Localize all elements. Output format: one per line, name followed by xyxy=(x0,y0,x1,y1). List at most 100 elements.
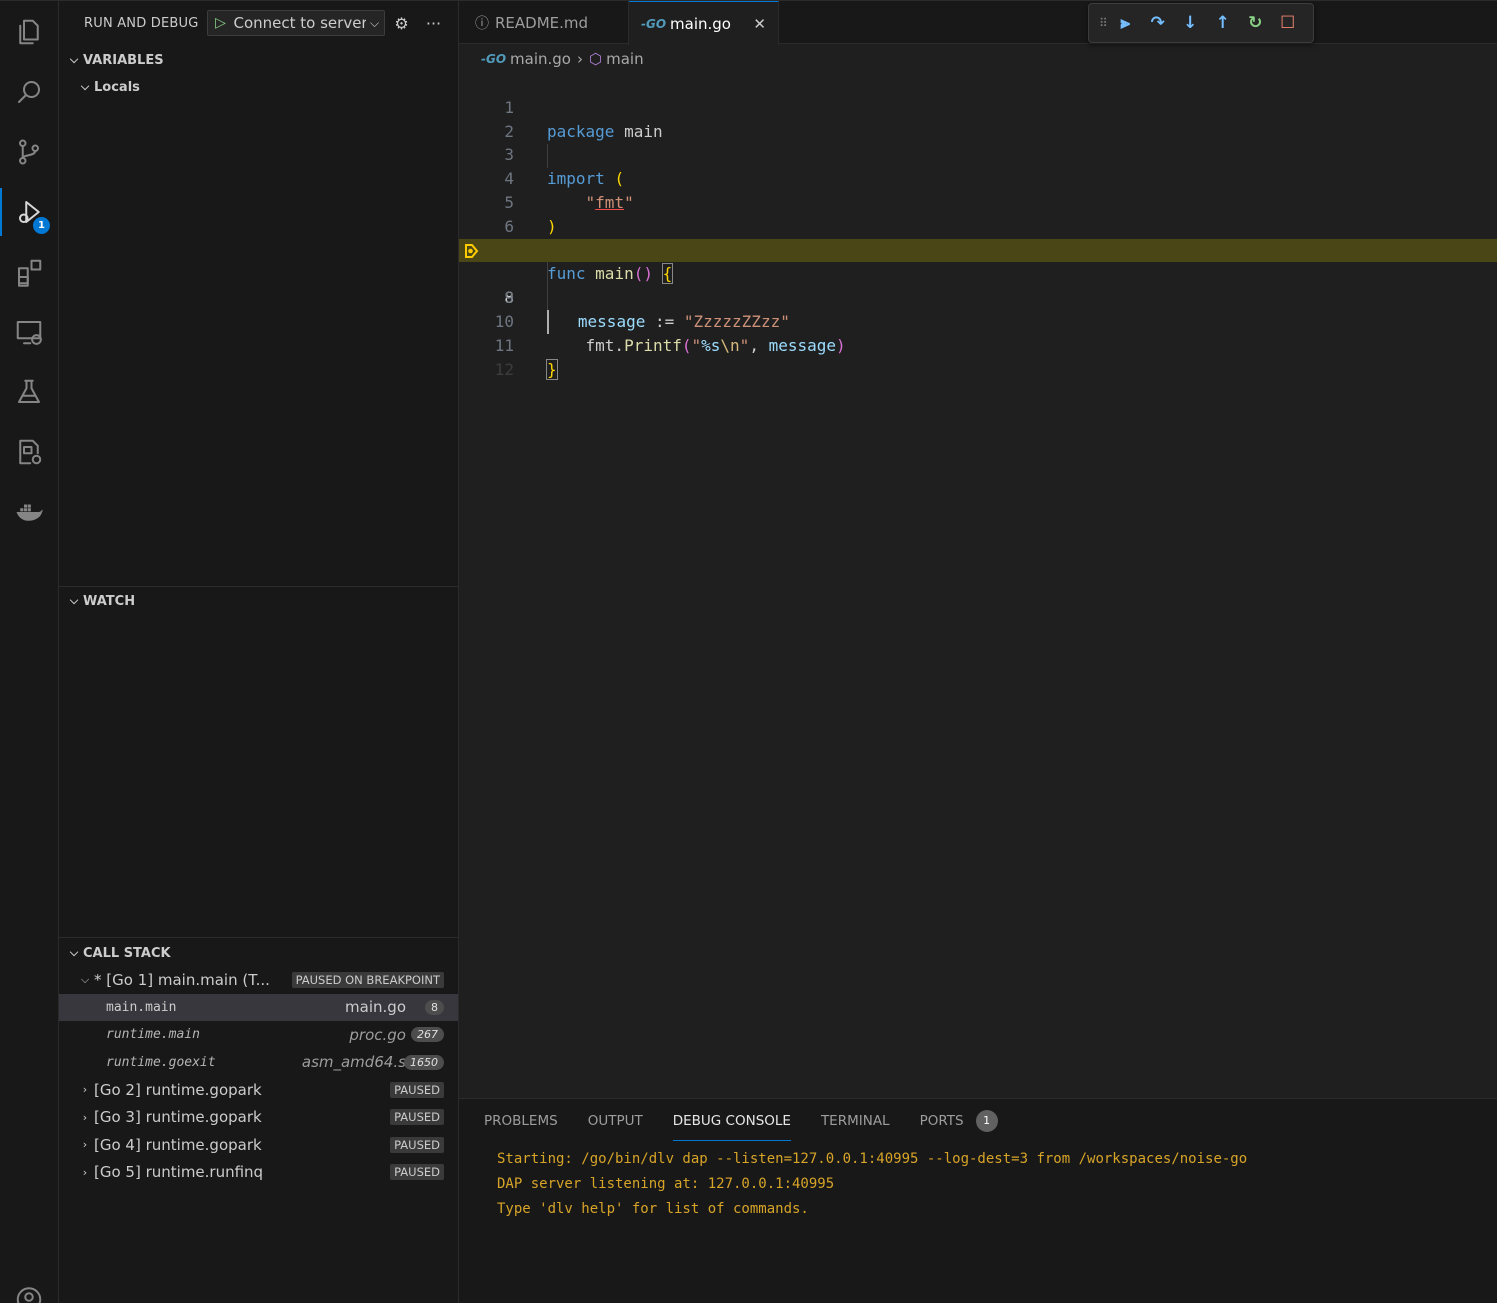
thread-status-badge: PAUSED xyxy=(390,1109,444,1126)
drag-handle-icon[interactable]: ⠿ xyxy=(1099,16,1109,30)
stack-frame-row[interactable]: main.main main.go 8 xyxy=(59,993,458,1021)
console-line: DAP server listening at: 127.0.0.1:40995 xyxy=(497,1176,835,1192)
chevron-right-icon: › xyxy=(82,1083,88,1097)
code-line[interactable]: 3 import ( xyxy=(459,120,1497,188)
chevron-right-icon: › xyxy=(82,1110,88,1124)
chevron-right-icon: › xyxy=(82,1165,88,1179)
variables-section-header[interactable]: ⌵ VARIABLES xyxy=(59,47,458,73)
code-line[interactable]: 12 xyxy=(459,334,1497,379)
debug-toolbar: ⠿ ⫸ ↷ ↓ ↑ ↻ ☐ xyxy=(1088,3,1314,43)
thread-row[interactable]: › [Go 5] runtime.runfinq PAUSED xyxy=(59,1159,458,1187)
docker-icon[interactable] xyxy=(0,488,58,536)
thread-status-badge: PAUSED xyxy=(390,1164,444,1181)
thread-row[interactable]: › [Go 2] runtime.gopark PAUSED xyxy=(59,1076,458,1104)
code-editor[interactable]: 1 package main 2 3 import ( 4 "fmt" 5 ) … xyxy=(459,72,1497,380)
code-line[interactable]: 4 "fmt" xyxy=(459,143,1497,212)
breakpoint-stopped-icon[interactable] xyxy=(464,243,479,258)
code-line[interactable]: 1 package main xyxy=(459,72,1497,141)
breadcrumb-symbol[interactable]: main xyxy=(606,50,643,68)
call-stack-section-header[interactable]: ⌵ CALL STACK xyxy=(59,940,458,966)
frame-file: proc.go xyxy=(349,1025,406,1044)
code-line[interactable]: 5 ) xyxy=(459,167,1497,236)
stack-frame-row[interactable]: runtime.main proc.go 267 xyxy=(59,1021,458,1049)
chevron-down-icon: ⌵ xyxy=(69,946,79,959)
watch-section: ⌵ WATCH xyxy=(59,586,458,614)
breadcrumb: -GO main.go › ⬡ main xyxy=(459,45,644,73)
call-stack-section: ⌵ CALL STACK ⌵ * [Go 1] main.main (T... … xyxy=(59,937,458,1186)
symbol-cube-icon: ⬡ xyxy=(588,50,603,68)
tab-problems[interactable]: PROBLEMS xyxy=(484,1099,558,1143)
editor-tab-bar: ⓘ README.md -GO main.go ✕ xyxy=(459,0,1497,45)
bracket: } xyxy=(546,358,558,380)
breadcrumb-file[interactable]: main.go xyxy=(510,50,571,68)
frame-function: main.main xyxy=(106,999,177,1015)
search-icon[interactable] xyxy=(0,68,58,116)
debug-console-output[interactable]: Starting: /go/bin/dlv dap --listen=127.0… xyxy=(459,1143,1497,1222)
code-line[interactable]: 6 xyxy=(459,191,1497,236)
sidebar-title: RUN AND DEBUG xyxy=(84,15,199,31)
step-out-icon[interactable]: ↑ xyxy=(1207,8,1240,38)
thread-status-badge: PAUSED xyxy=(390,1081,444,1098)
ports-count-badge: 1 xyxy=(975,1110,998,1132)
stack-frame-row[interactable]: runtime.goexit asm_amd64.s 1650 xyxy=(59,1049,458,1077)
thread-label: [Go 5] runtime.runfinq xyxy=(94,1163,264,1182)
locals-scope[interactable]: ⌵ Locals xyxy=(59,73,458,101)
restart-icon[interactable]: ↻ xyxy=(1239,8,1272,38)
thread-row[interactable]: › [Go 3] runtime.gopark PAUSED xyxy=(59,1104,458,1132)
activity-bar: 1 xyxy=(0,0,59,1303)
tab-terminal[interactable]: TERMINAL xyxy=(821,1099,890,1143)
launch-config-name: Connect to server xyxy=(233,14,366,32)
tab-debug-console[interactable]: DEBUG CONSOLE xyxy=(672,1099,792,1143)
close-icon[interactable]: ✕ xyxy=(753,15,766,33)
thread-row[interactable]: ⌵ * [Go 1] main.main (T... PAUSED ON BRE… xyxy=(59,966,458,994)
panel-tab-bar: PROBLEMS OUTPUT DEBUG CONSOLE TERMINAL P… xyxy=(459,1099,1497,1143)
thread-label: [Go 3] runtime.gopark xyxy=(94,1108,262,1127)
code-line[interactable]: 10 fmt.Printf("%s\n", message) xyxy=(459,286,1497,355)
continue-icon[interactable]: ⫸ xyxy=(1109,8,1142,38)
tab-label: README.md xyxy=(495,14,589,32)
watch-title: WATCH xyxy=(83,593,136,609)
debug-badge: 1 xyxy=(33,217,50,234)
run-and-debug-sidebar: RUN AND DEBUG ▷ Connect to server ⌵ ⚙ ··… xyxy=(59,0,459,1303)
chevron-right-icon: › xyxy=(576,50,583,68)
watch-section-header[interactable]: ⌵ WATCH xyxy=(59,588,458,614)
remote-explorer-icon[interactable] xyxy=(0,308,58,356)
sidebar-header: RUN AND DEBUG ▷ Connect to server ⌵ ⚙ ··… xyxy=(59,1,458,45)
frame-function: runtime.goexit xyxy=(106,1054,216,1070)
code-line[interactable]: 9 xyxy=(459,262,1497,307)
more-actions-icon[interactable]: ··· xyxy=(419,14,449,33)
gear-icon[interactable]: ⚙ xyxy=(387,14,417,33)
account-icon[interactable] xyxy=(0,1273,58,1303)
step-into-icon[interactable]: ↓ xyxy=(1174,8,1207,38)
step-over-icon[interactable]: ↷ xyxy=(1142,8,1175,38)
chevron-down-icon: ⌵ xyxy=(69,594,79,607)
containers-icon[interactable] xyxy=(0,428,58,476)
frame-line-badge: 1650 xyxy=(404,1054,444,1070)
code-line[interactable]: 11 } xyxy=(459,310,1497,380)
code-line[interactable]: 2 xyxy=(459,96,1497,141)
tab-ports[interactable]: PORTS 1 xyxy=(920,1099,998,1143)
tab-output[interactable]: OUTPUT xyxy=(588,1099,643,1143)
frame-line-badge: 8 xyxy=(425,999,444,1015)
thread-status-badge: PAUSED xyxy=(390,1136,444,1153)
chevron-down-icon: ⌵ xyxy=(80,972,90,986)
chevron-down-icon[interactable]: ⌵ xyxy=(366,16,384,31)
chevron-right-icon: › xyxy=(82,1138,88,1152)
launch-config-dropdown[interactable]: ▷ Connect to server ⌵ xyxy=(206,10,385,36)
variables-title: VARIABLES xyxy=(83,52,164,68)
source-control-icon[interactable] xyxy=(0,128,58,176)
thread-label: [Go 4] runtime.gopark xyxy=(94,1135,262,1154)
tab-main-go[interactable]: -GO main.go ✕ xyxy=(629,1,779,45)
start-debugging-icon[interactable]: ▷ xyxy=(208,15,234,31)
tab-readme[interactable]: ⓘ README.md xyxy=(459,1,629,45)
code-line[interactable]: 7 func main() { xyxy=(459,215,1497,285)
testing-icon[interactable] xyxy=(0,368,58,416)
line-number: 12 xyxy=(494,359,514,379)
extensions-icon[interactable] xyxy=(0,248,58,296)
run-debug-icon[interactable]: 1 xyxy=(0,188,58,236)
thread-row[interactable]: › [Go 4] runtime.gopark PAUSED xyxy=(59,1131,458,1159)
explorer-icon[interactable] xyxy=(0,8,58,56)
stop-icon[interactable]: ☐ xyxy=(1272,8,1305,38)
current-execution-line[interactable]: 8 message := "ZzzzzZZzz" xyxy=(459,238,1497,334)
frame-function: runtime.main xyxy=(106,1027,200,1043)
